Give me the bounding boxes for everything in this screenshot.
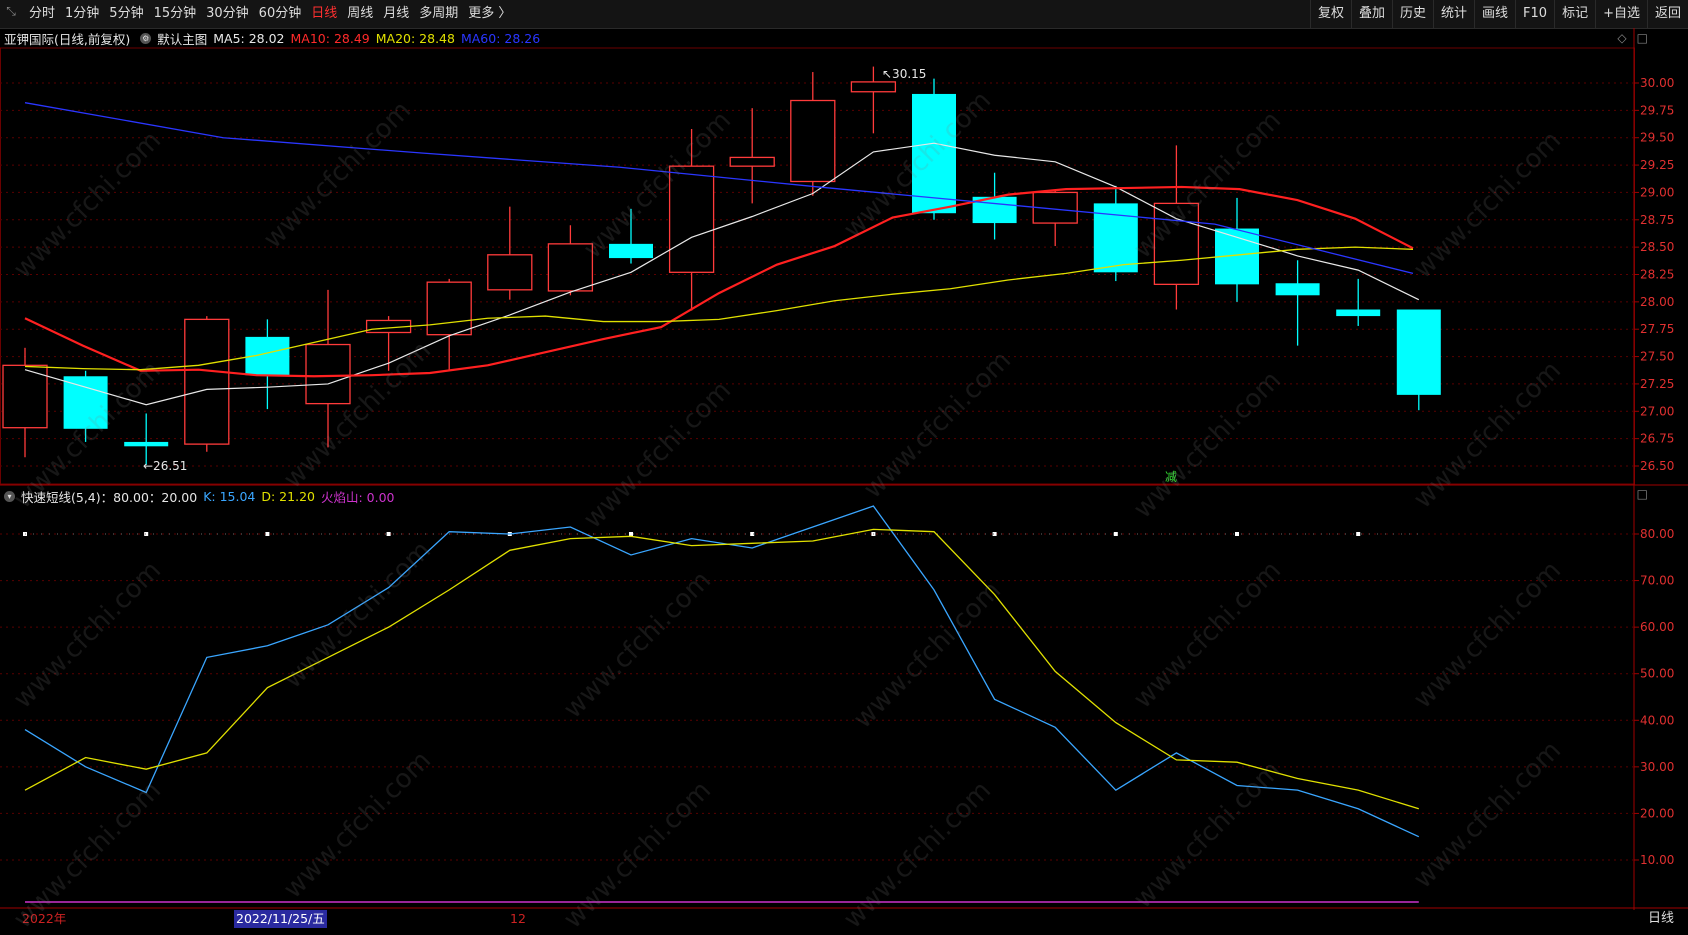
candle-body: [850, 81, 897, 93]
level-dot: [1356, 532, 1361, 536]
high-annotation: ↖30.15: [882, 67, 926, 81]
price-axis-label: 27.25: [1640, 377, 1674, 391]
candle-body: [487, 254, 533, 291]
candle-body: [124, 441, 169, 447]
price-axis-label: 27.00: [1640, 404, 1674, 418]
candle-body: [1396, 309, 1441, 395]
ma10-line: [24, 185, 1414, 378]
candle-body: [426, 281, 472, 336]
ind-axis-label: 40.00: [1640, 713, 1674, 727]
price-axis-label: 26.75: [1640, 432, 1674, 446]
candle-body: [305, 343, 351, 405]
ma5-line: [24, 142, 1420, 406]
level-dot: [629, 532, 633, 536]
x-label-date: 2022/11/25/五: [234, 910, 327, 928]
price-axis-label: 28.50: [1640, 240, 1674, 254]
candle-body: [1275, 283, 1320, 296]
kline-chart[interactable]: 30.00 29.75 29.50 29.25 29.00 28.75 28.50 28.25…: [0, 0, 1688, 929]
price-axis-label: 28.75: [1640, 213, 1674, 227]
signal-marker: 减: [1165, 470, 1177, 484]
candle-body: [1336, 309, 1381, 317]
price-axis-label: 28.25: [1640, 268, 1674, 282]
candle-body: [1153, 202, 1200, 285]
low-annotation: ←26.51: [143, 459, 187, 473]
candle-body: [729, 156, 775, 167]
candle-body: [790, 99, 836, 183]
candle-body: [609, 243, 653, 259]
k-line: [24, 505, 1420, 838]
level-dot: [1235, 532, 1239, 536]
level-dot: [144, 532, 149, 536]
price-axis-label: 29.75: [1640, 103, 1674, 117]
price-axis-label: 27.75: [1640, 322, 1674, 336]
level-dot: [1113, 532, 1118, 536]
ind-axis-label: 30.00: [1640, 760, 1674, 774]
ind-axis-label: 80.00: [1640, 527, 1674, 541]
candle-body: [63, 376, 108, 429]
ind-axis-label: 60.00: [1640, 620, 1674, 634]
price-axis-label: 29.50: [1640, 131, 1674, 145]
candle-body: [668, 165, 715, 273]
ind-axis-label: 20.00: [1640, 806, 1674, 820]
level-dot: [386, 532, 391, 536]
period-label[interactable]: 日线: [1648, 910, 1674, 928]
ind-axis-label: 50.00: [1640, 667, 1674, 681]
x-label-year: 2022年: [22, 911, 67, 926]
ind-axis-label: 10.00: [1640, 853, 1674, 867]
ma20-line: [24, 246, 1414, 371]
price-axis-label: 29.25: [1640, 158, 1674, 172]
candle-body: [184, 318, 230, 445]
price-axis-label: 29.00: [1640, 185, 1674, 199]
x-label-month: 12: [510, 911, 526, 926]
candle-body: [547, 243, 594, 292]
price-axis-label: 30.00: [1640, 76, 1674, 90]
candle-body: [912, 93, 956, 214]
price-axis-label: 28.00: [1640, 295, 1674, 309]
price-axis-label: 27.50: [1640, 350, 1674, 364]
price-axis-label: 26.50: [1640, 459, 1674, 473]
ind-axis-label: 70.00: [1640, 574, 1674, 588]
